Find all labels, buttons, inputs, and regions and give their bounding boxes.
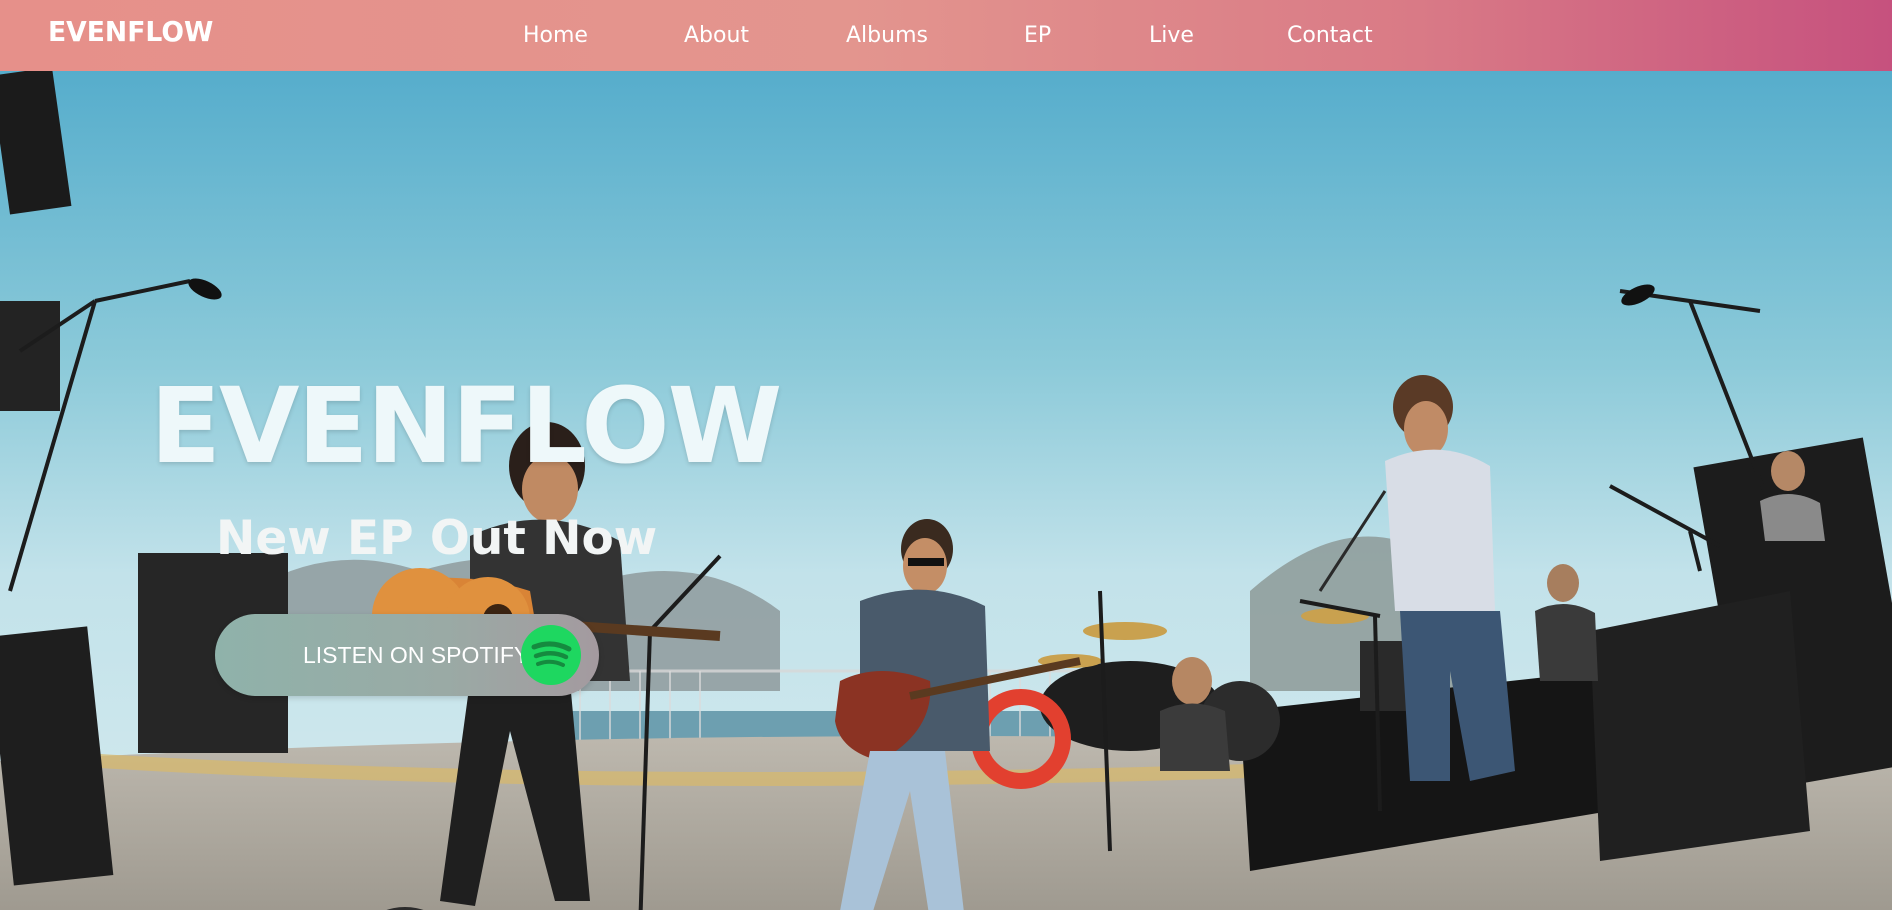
hero-background-image bbox=[0, 71, 1892, 910]
nav-link-home[interactable]: Home bbox=[523, 0, 588, 71]
hero-section: EVENFLOW New EP Out Now LISTEN ON SPOTIF… bbox=[0, 71, 1892, 910]
listen-on-spotify-button[interactable]: LISTEN ON SPOTIFY bbox=[215, 614, 599, 696]
hero-subtitle: New EP Out Now bbox=[216, 511, 658, 566]
nav-menu: Home About Albums EP Live Contact bbox=[0, 0, 1892, 71]
nav-link-contact[interactable]: Contact bbox=[1287, 0, 1373, 71]
listen-on-spotify-label: LISTEN ON SPOTIFY bbox=[303, 642, 530, 668]
nav-link-albums[interactable]: Albums bbox=[846, 0, 928, 71]
spotify-icon bbox=[521, 625, 581, 685]
nav-link-live[interactable]: Live bbox=[1149, 0, 1194, 71]
nav-link-about[interactable]: About bbox=[684, 0, 749, 71]
nav-link-ep[interactable]: EP bbox=[1024, 0, 1051, 71]
hero-title: EVENFLOW bbox=[150, 365, 782, 487]
top-navbar: EVENFLOW Home About Albums EP Live Conta… bbox=[0, 0, 1892, 71]
